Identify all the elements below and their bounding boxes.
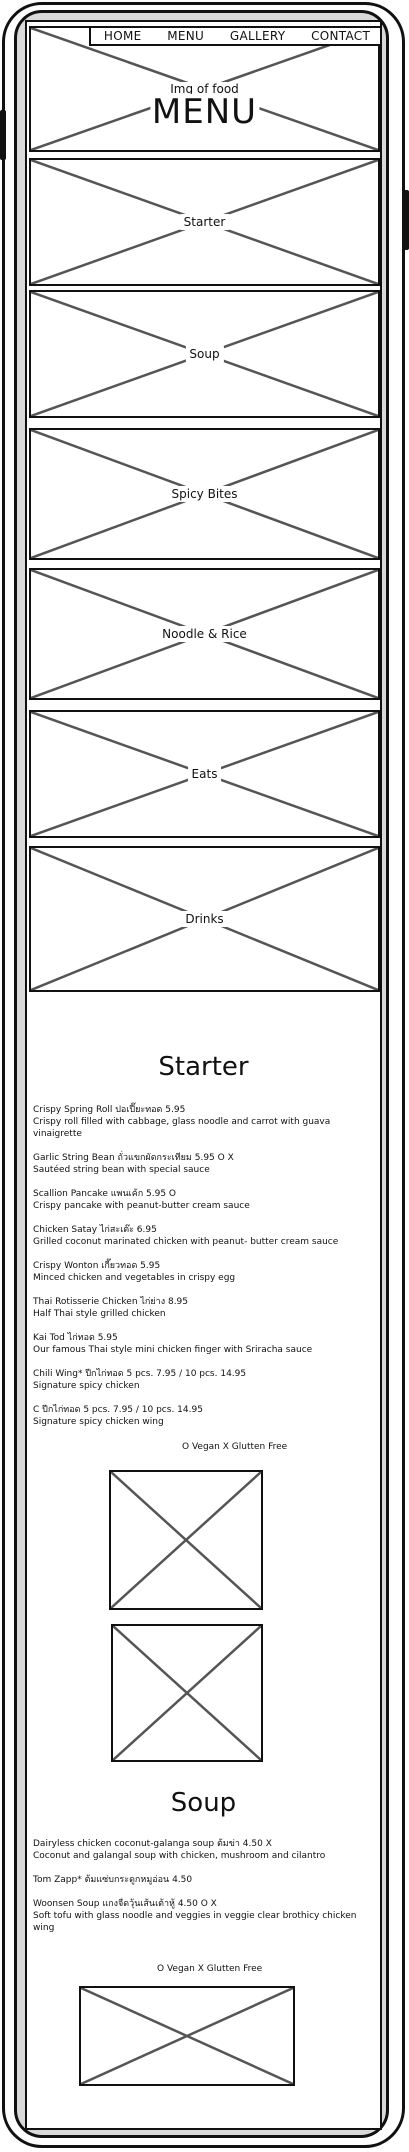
starter-image-placeholder bbox=[109, 1470, 263, 1610]
placeholder-cross-icon bbox=[113, 1626, 261, 1760]
menu-item-name: Tom Zapp* ต้มแซ่บกระดูกหมูอ่อน 4.50 bbox=[33, 1875, 193, 1885]
menu-item-name: Chili Wing* ปีกไก่ทอด 5 pcs. 7.95 / 10 p… bbox=[33, 1369, 247, 1379]
category-tile-soup[interactable]: Soup bbox=[29, 290, 380, 418]
soup-legend: O Vegan X Glutten Free bbox=[157, 1964, 263, 1974]
page-title: MENU bbox=[149, 92, 260, 132]
soup-section-title: Soup bbox=[170, 1788, 237, 1818]
menu-item-name: Scallion Pancake แพนเค้ก 5.95 O bbox=[33, 1189, 177, 1199]
category-tile-drinks[interactable]: Drinks bbox=[29, 846, 380, 992]
menu-item-name: C ปีกไก่ทอด 5 pcs. 7.95 / 10 pcs. 14.95 bbox=[33, 1405, 203, 1415]
list-item: Scallion Pancake แพนเค้ก 5.95 O Crispy pa… bbox=[33, 1188, 363, 1212]
top-nav: HOME MENU GALLERY CONTACT bbox=[89, 26, 380, 46]
menu-item-desc: Sautéed string bean with special sauce bbox=[33, 1165, 210, 1175]
category-tile-noodle-rice[interactable]: Noodle & Rice bbox=[29, 568, 380, 700]
placeholder-cross-icon bbox=[81, 1988, 293, 2084]
menu-item-desc: Our famous Thai style mini chicken finge… bbox=[33, 1345, 313, 1355]
soup-menu-list: Dairyless chicken coconut-galanga soup ต… bbox=[33, 1838, 363, 1946]
category-label: Eats bbox=[187, 766, 222, 782]
nav-gallery[interactable]: GALLERY bbox=[230, 29, 285, 43]
category-tile-eats[interactable]: Eats bbox=[29, 710, 380, 838]
menu-item-desc: Half Thai style grilled chicken bbox=[33, 1309, 166, 1319]
starter-section-title: Starter bbox=[158, 1052, 249, 1082]
screen: Img of food MENU HOME MENU GALLERY CONTA… bbox=[25, 20, 382, 2130]
list-item: Crispy Spring Roll ปอเปี๊ยะทอด 5.95 Crisp… bbox=[33, 1104, 363, 1140]
starter-image-placeholder bbox=[111, 1624, 263, 1762]
menu-item-desc: Grilled coconut marinated chicken with p… bbox=[33, 1237, 339, 1247]
menu-item-name: Kai Tod ไก่ทอด 5.95 bbox=[33, 1333, 118, 1343]
category-label: Drinks bbox=[181, 911, 228, 927]
category-tile-starter[interactable]: Starter bbox=[29, 158, 380, 286]
list-item: Thai Rotisserie Chicken ไก่ย่าง 8.95 Half… bbox=[33, 1296, 363, 1320]
category-label: Spicy Bites bbox=[167, 486, 242, 502]
menu-item-desc: Crispy pancake with peanut-butter cream … bbox=[33, 1201, 250, 1211]
list-item: C ปีกไก่ทอด 5 pcs. 7.95 / 10 pcs. 14.95 S… bbox=[33, 1404, 363, 1428]
soup-image-placeholder bbox=[79, 1986, 295, 2086]
menu-item-name: Crispy Spring Roll ปอเปี๊ยะทอด 5.95 bbox=[33, 1105, 186, 1115]
placeholder-cross-icon bbox=[111, 1472, 261, 1608]
menu-item-desc: Crispy roll filled with cabbage, glass n… bbox=[33, 1117, 331, 1139]
category-label: Soup bbox=[185, 346, 224, 362]
list-item: Woonsen Soup แกงจืดวุ้นเส้นเต้าหู้ 4.50 … bbox=[33, 1898, 363, 1934]
list-item: Chicken Satay ไก่สะเต๊ะ 6.95 Grilled coco… bbox=[33, 1224, 363, 1248]
power-button bbox=[403, 190, 409, 250]
list-item: Kai Tod ไก่ทอด 5.95 Our famous Thai style… bbox=[33, 1332, 363, 1356]
list-item: Dairyless chicken coconut-galanga soup ต… bbox=[33, 1838, 363, 1862]
volume-button bbox=[0, 110, 6, 160]
starter-legend: O Vegan X Glutten Free bbox=[182, 1442, 288, 1452]
menu-item-desc: Minced chicken and vegetables in crispy … bbox=[33, 1273, 236, 1283]
menu-item-name: Chicken Satay ไก่สะเต๊ะ 6.95 bbox=[33, 1225, 157, 1235]
list-item: Tom Zapp* ต้มแซ่บกระดูกหมูอ่อน 4.50 bbox=[33, 1874, 363, 1886]
nav-contact[interactable]: CONTACT bbox=[311, 29, 370, 43]
menu-item-name: Garlic String Bean ถั่วแขกผัดกระเทียม 5.… bbox=[33, 1153, 234, 1163]
list-item: Garlic String Bean ถั่วแขกผัดกระเทียม 5.… bbox=[33, 1152, 363, 1176]
menu-item-desc: Signature spicy chicken bbox=[33, 1381, 140, 1391]
menu-item-desc: Soft tofu with glass noodle and veggies … bbox=[33, 1911, 357, 1933]
nav-menu[interactable]: MENU bbox=[167, 29, 204, 43]
list-item: Crispy Wonton เกี๊ยวทอด 5.95 Minced chick… bbox=[33, 1260, 363, 1284]
menu-item-name: Crispy Wonton เกี๊ยวทอด 5.95 bbox=[33, 1261, 161, 1271]
starter-menu-list: Crispy Spring Roll ปอเปี๊ยะทอด 5.95 Crisp… bbox=[33, 1104, 363, 1440]
category-label: Noodle & Rice bbox=[158, 626, 251, 642]
menu-item-name: Woonsen Soup แกงจืดวุ้นเส้นเต้าหู้ 4.50 … bbox=[33, 1899, 217, 1909]
menu-item-name: Thai Rotisserie Chicken ไก่ย่าง 8.95 bbox=[33, 1297, 189, 1307]
nav-home[interactable]: HOME bbox=[104, 29, 142, 43]
category-tile-spicy-bites[interactable]: Spicy Bites bbox=[29, 428, 380, 560]
category-label: Starter bbox=[179, 214, 230, 230]
menu-item-desc: Signature spicy chicken wing bbox=[33, 1417, 164, 1427]
menu-item-desc: Coconut and galangal soup with chicken, … bbox=[33, 1851, 326, 1861]
list-item: Chili Wing* ปีกไก่ทอด 5 pcs. 7.95 / 10 p… bbox=[33, 1368, 363, 1392]
menu-item-name: Dairyless chicken coconut-galanga soup ต… bbox=[33, 1839, 272, 1849]
